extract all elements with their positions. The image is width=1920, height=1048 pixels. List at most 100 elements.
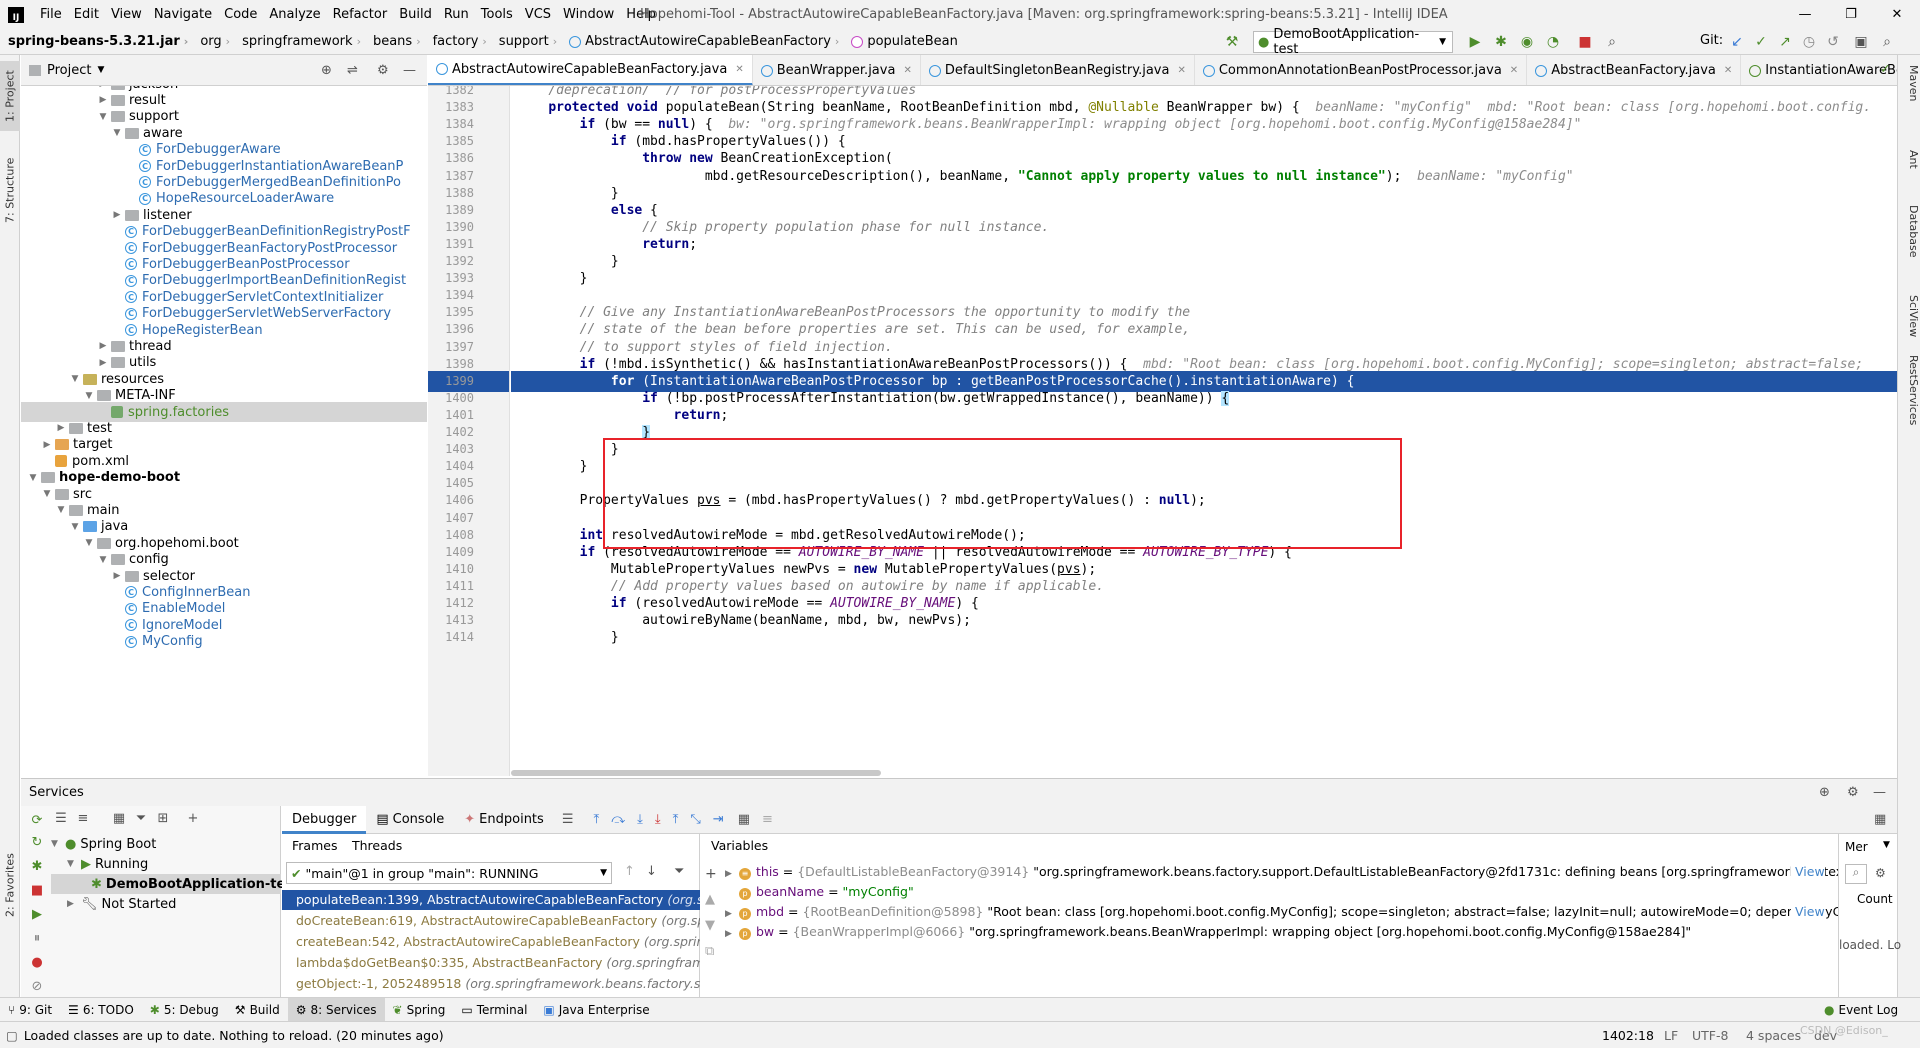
restore-layout-icon[interactable]: ▦ bbox=[1874, 812, 1886, 827]
add-watch-icon[interactable]: + bbox=[705, 866, 717, 882]
chevron-right-icon[interactable]: ▶ bbox=[41, 440, 53, 450]
mute-breakpoints-icon[interactable]: ⊘ bbox=[29, 978, 45, 994]
chevron-down-icon[interactable]: ▼ bbox=[111, 128, 123, 138]
breadcrumb-item[interactable]: springframework › bbox=[234, 34, 365, 49]
tool-tab-ant[interactable]: Ant bbox=[1900, 150, 1920, 169]
chevron-right-icon[interactable]: ▶ bbox=[725, 924, 739, 942]
filter-icon[interactable]: ⏷ bbox=[133, 810, 149, 826]
debug-icon[interactable]: ✱ bbox=[1492, 33, 1510, 51]
globe-icon[interactable]: ⊕ bbox=[1819, 785, 1830, 800]
chevron-right-icon[interactable]: ▶ bbox=[97, 341, 109, 351]
search-everywhere-icon[interactable]: ⌕ bbox=[1603, 33, 1621, 51]
memory-tab[interactable]: Mer bbox=[1845, 840, 1868, 854]
expand-all-icon[interactable]: ☰ bbox=[53, 810, 69, 826]
breadcrumb-item[interactable]: spring-beans-5.3.21.jar › bbox=[0, 34, 192, 49]
up-arrow-icon[interactable]: ▲ bbox=[705, 892, 715, 907]
close-tab-icon[interactable]: ✕ bbox=[903, 65, 911, 76]
run-to-cursor-icon[interactable]: ⇥ bbox=[713, 812, 724, 827]
status-message[interactable]: Loaded classes are up to date. Nothing t… bbox=[24, 1028, 444, 1043]
close-tab-icon[interactable]: ✕ bbox=[1177, 65, 1185, 76]
hide-panel-icon[interactable]: — bbox=[403, 63, 416, 78]
up-arrow-icon[interactable]: ↑ bbox=[624, 864, 635, 879]
editor-gutter[interactable]: 1382 1383 1384 1385 1386 1387 1388 1389 1390 1391… bbox=[428, 86, 510, 776]
tab-endpoints[interactable]: ✦ Endpoints bbox=[454, 806, 554, 834]
breadcrumb-item[interactable]: org › bbox=[192, 34, 234, 49]
breadcrumb-item[interactable]: AbstractAutowireCapableBeanFactory › bbox=[561, 34, 843, 49]
search-icon[interactable]: ⌕ bbox=[1878, 33, 1896, 51]
menu-tools[interactable]: Tools bbox=[475, 0, 519, 29]
git-history-icon[interactable]: ◷ bbox=[1800, 33, 1818, 51]
show-execution-point-icon[interactable]: ⤒ bbox=[593, 812, 599, 827]
pause-icon[interactable]: ⏸ bbox=[29, 930, 45, 946]
chevron-down-icon[interactable]: ▼ bbox=[55, 505, 67, 515]
chevron-right-icon[interactable]: ▶ bbox=[97, 95, 109, 105]
variable-row[interactable]: p beanName = "myConfig" bbox=[725, 882, 1861, 902]
editor-tab[interactable]: AbstractBeanFactory.java ✕ bbox=[1527, 55, 1742, 85]
chevron-right-icon[interactable]: ▶ bbox=[55, 423, 67, 433]
tool-tab-debug[interactable]: ✱ 5: Debug bbox=[142, 998, 227, 1022]
filter-icon[interactable]: ⏷ bbox=[674, 864, 684, 879]
stack-frame[interactable]: doCreateBean:619, AbstractAutowireCapabl… bbox=[282, 911, 700, 931]
line-separator[interactable]: LF bbox=[1664, 1028, 1678, 1043]
project-structure-icon[interactable]: ▣ bbox=[1852, 33, 1870, 51]
resume-icon[interactable]: ▶ bbox=[29, 906, 45, 922]
maximize-icon[interactable]: ❐ bbox=[1828, 0, 1874, 29]
tool-tab-database[interactable]: Database bbox=[1900, 205, 1920, 258]
tool-tab-maven[interactable]: Maven bbox=[1900, 65, 1920, 101]
stack-frame[interactable]: lambda$doGetBean$0:335, AbstractBeanFact… bbox=[282, 953, 700, 973]
menu-refactor[interactable]: Refactor bbox=[327, 0, 394, 29]
minimize-icon[interactable]: — bbox=[1782, 0, 1828, 29]
git-rollback-icon[interactable]: ↺ bbox=[1824, 33, 1842, 51]
event-log-tab[interactable]: ● Event Log bbox=[1816, 998, 1906, 1022]
stop-icon[interactable]: ■ bbox=[29, 882, 45, 898]
tree-item[interactable]: C MyConfig bbox=[21, 632, 427, 652]
hide-panel-icon[interactable]: — bbox=[1873, 785, 1886, 800]
menu-analyze[interactable]: Analyze bbox=[263, 0, 326, 29]
cursor-position[interactable]: 1402:18 bbox=[1602, 1028, 1654, 1043]
editor-tab[interactable]: CommonAnnotationBeanPostProcessor.java ✕ bbox=[1195, 55, 1528, 85]
down-arrow-icon[interactable]: ▼ bbox=[705, 918, 715, 933]
chevron-down-icon[interactable]: ▼ bbox=[27, 473, 39, 483]
menu-run[interactable]: Run bbox=[438, 0, 475, 29]
run-configuration-select[interactable]: ● DemoBootApplication-test ▼ bbox=[1253, 27, 1453, 57]
tool-tab-favorites[interactable]: 2: Favorites bbox=[0, 845, 20, 925]
chevron-down-icon[interactable]: ▼ bbox=[69, 374, 81, 384]
menu-build[interactable]: Build bbox=[393, 0, 438, 29]
tool-tab-terminal[interactable]: ▭ Terminal bbox=[453, 998, 535, 1022]
chevron-down-icon[interactable]: ▼ bbox=[69, 522, 81, 532]
menu-view[interactable]: View bbox=[105, 0, 148, 29]
file-encoding[interactable]: UTF-8 bbox=[1692, 1028, 1728, 1043]
chevron-right-icon[interactable]: ▶ bbox=[97, 86, 109, 89]
editor-tab[interactable]: DefaultSingletonBeanRegistry.java ✕ bbox=[921, 55, 1195, 85]
stop-icon[interactable]: ■ bbox=[1576, 33, 1594, 51]
menu-edit[interactable]: Edit bbox=[68, 0, 105, 29]
force-step-into-icon[interactable]: ⤓ bbox=[655, 812, 661, 827]
variable-row[interactable]: ▶ ≡ this = {DefaultListableBeanFactory@391… bbox=[725, 862, 1861, 882]
line-number[interactable]: 1414 bbox=[428, 627, 474, 648]
coverage-icon[interactable]: ◉ bbox=[1518, 33, 1536, 51]
chevron-right-icon[interactable]: ▶ bbox=[111, 210, 123, 220]
step-over-icon[interactable]: ⤼ bbox=[611, 812, 625, 827]
chevron-down-icon[interactable]: ▼ bbox=[83, 391, 95, 401]
tool-tab-sciview[interactable]: SciView bbox=[1900, 295, 1920, 337]
run-icon[interactable]: ▶ bbox=[1466, 33, 1484, 51]
profile-icon[interactable]: ◔ bbox=[1544, 33, 1562, 51]
view-link[interactable]: View bbox=[1791, 862, 1825, 882]
tool-tab-services[interactable]: ⚙ 8: Services bbox=[287, 997, 385, 1022]
close-icon[interactable]: ✕ bbox=[1874, 0, 1920, 29]
service-not-started[interactable]: ▶ 🔧︎ Not Started bbox=[51, 894, 281, 914]
view-breakpoints-icon[interactable]: ● bbox=[29, 954, 45, 970]
service-demo-app[interactable]: ✱ DemoBootApplication-te bbox=[51, 874, 285, 894]
git-push-icon[interactable]: ↗ bbox=[1776, 33, 1794, 51]
thread-select[interactable]: ✔ "main"@1 in group "main": RUNNING ▼ bbox=[286, 862, 612, 884]
variable-row[interactable]: ▶ p bw = {BeanWrapperImpl@6066} "org.sprin… bbox=[725, 922, 1861, 942]
copy-icon[interactable]: ⧉ bbox=[705, 944, 714, 959]
breadcrumb-item[interactable]: beans › bbox=[365, 34, 425, 49]
tool-tab-build[interactable]: ⚒ Build bbox=[227, 998, 288, 1022]
tool-tab-java-enterprise[interactable]: ▣ Java Enterprise bbox=[535, 998, 657, 1022]
breadcrumb-item[interactable]: support › bbox=[491, 34, 561, 49]
new-tab-icon[interactable]: ⊞ bbox=[155, 810, 171, 826]
step-into-icon[interactable]: ⤓ bbox=[637, 812, 643, 827]
refresh-icon[interactable]: ⟳ bbox=[29, 812, 45, 828]
build-hammer-icon[interactable]: ⚒ bbox=[1223, 33, 1241, 51]
